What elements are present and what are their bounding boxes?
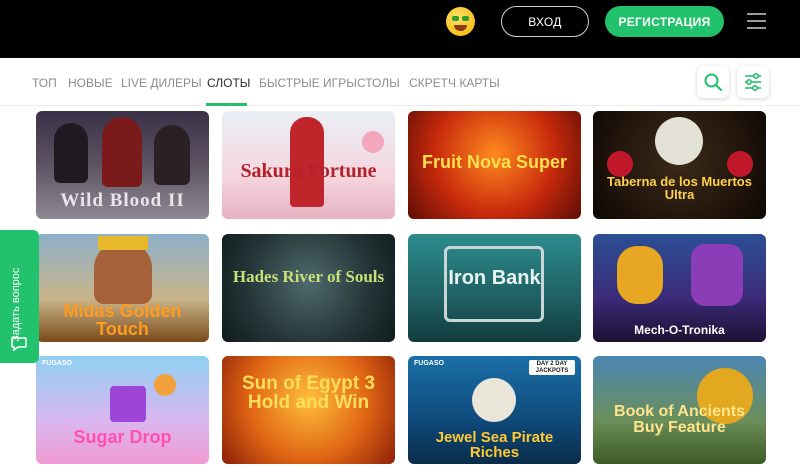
game-title: Book of Ancients Buy Feature	[614, 403, 745, 436]
game-title: Iron Bank	[448, 267, 541, 289]
search-button[interactable]	[697, 66, 729, 98]
game-title: Mech-O-Tronika	[634, 323, 725, 337]
provider-badge: FUGASO	[414, 360, 444, 367]
provider-badge: FUGASO	[42, 360, 72, 367]
game-tile-hades[interactable]: Hades River of Souls	[222, 234, 395, 342]
game-tile-sugar-drop[interactable]: FUGASO Sugar Drop	[36, 356, 209, 464]
game-title: Sugar Drop	[73, 427, 172, 447]
register-button[interactable]: РЕГИСТРАЦИЯ	[605, 6, 724, 37]
games-grid: Wild Blood II Sakura Fortune Fruit Nova …	[0, 106, 800, 475]
tab-slots[interactable]: СЛОТЫ	[207, 76, 250, 90]
game-tile-wild-blood-2[interactable]: Wild Blood II	[36, 111, 209, 219]
game-tile-midas[interactable]: Midas Golden Touch	[36, 234, 209, 342]
ask-question-tab[interactable]: Задать вопрос	[0, 230, 39, 363]
game-tile-mech-o-tronika[interactable]: Mech-O-Tronika	[593, 234, 766, 342]
chat-icon	[11, 337, 27, 352]
game-title: Midas Golden Touch	[63, 301, 182, 339]
game-tile-jewel-sea[interactable]: FUGASO DAY 2 DAY JACKPOTS Jewel Sea Pira…	[408, 356, 581, 464]
game-tile-fruit-nova[interactable]: Fruit Nova Super	[408, 111, 581, 219]
game-title: Jewel Sea Pirate Riches	[435, 429, 554, 461]
login-button[interactable]: ВХОД	[501, 6, 589, 37]
category-nav: ТОП НОВЫЕ LIVE ДИЛЕРЫ СЛОТЫ БЫСТРЫЕ ИГРЫ…	[0, 58, 800, 106]
jackpot-badge: DAY 2 DAY JACKPOTS	[529, 360, 575, 376]
search-icon	[704, 73, 723, 92]
game-tile-book-of-ancients[interactable]: Book of Ancients Buy Feature	[593, 356, 766, 464]
filter-icon	[745, 72, 761, 92]
game-title: Sun of Egypt 3 Hold and Win	[242, 373, 375, 413]
top-header: ВХОД РЕГИСТРАЦИЯ	[0, 0, 800, 58]
ask-question-label: Задать вопрос	[10, 267, 22, 342]
game-title: Hades River of Souls	[232, 267, 385, 286]
money-mouth-emoji-icon[interactable]	[446, 7, 475, 36]
tab-fast-games[interactable]: БЫСТРЫЕ ИГРЫ	[259, 76, 357, 90]
tab-top[interactable]: ТОП	[32, 76, 57, 90]
filter-button[interactable]	[737, 66, 769, 98]
game-title: Sakura Fortune	[240, 160, 377, 182]
game-title: Taberna de los Muertos Ultra	[607, 174, 752, 202]
game-tile-iron-bank[interactable]: Iron Bank	[408, 234, 581, 342]
game-title: Fruit Nova Super	[421, 152, 568, 172]
tab-tables[interactable]: СТОЛЫ	[357, 76, 400, 90]
menu-icon[interactable]	[747, 11, 766, 31]
game-tile-sun-of-egypt-3[interactable]: Sun of Egypt 3 Hold and Win	[222, 356, 395, 464]
tab-scratch-cards[interactable]: СКРЕТЧ КАРТЫ	[409, 76, 500, 90]
tab-live-dealers[interactable]: LIVE ДИЛЕРЫ	[121, 76, 202, 90]
tab-new[interactable]: НОВЫЕ	[68, 76, 113, 90]
game-tile-sakura-fortune[interactable]: Sakura Fortune	[222, 111, 395, 219]
game-tile-taberna-muertos[interactable]: Taberna de los Muertos Ultra	[593, 111, 766, 219]
game-title: Wild Blood II	[60, 190, 185, 211]
